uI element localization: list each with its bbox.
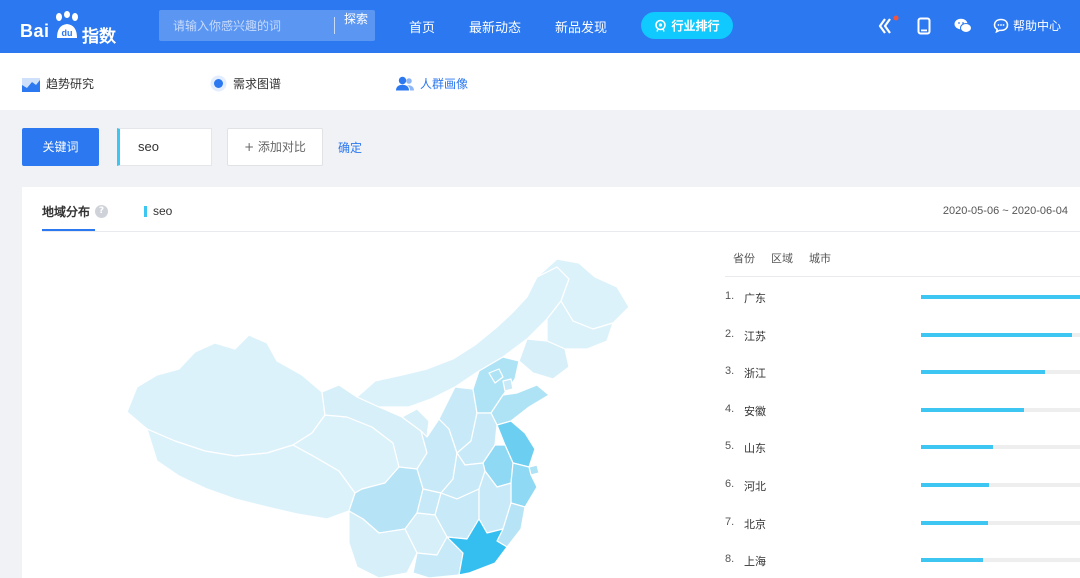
legend-swatch [144,205,147,217]
users-icon [396,76,414,91]
ranking-row: 1. 广东 [725,287,1080,307]
radio-target-icon [210,75,227,92]
series-legend: seo [144,204,172,218]
rank-bar-track [921,295,1080,299]
keyword-button[interactable]: 关键词 [22,128,99,166]
rank-number: 7. [725,515,735,528]
baidu-index-logo[interactable]: Bai du 指数 [20,8,120,47]
rank-province-name: 广东 [744,292,766,305]
help-question-icon[interactable]: ? [95,205,109,218]
rank-bar-track [921,407,1080,412]
rank-bar-track [921,558,1080,563]
rank-bar-track [921,445,1080,450]
rank-bar-fill [921,520,988,525]
ranking-row: 2. 江苏 [725,325,1080,345]
explore-button[interactable]: 探索 [337,10,375,41]
logo-paw-text: du [62,28,73,38]
nav-latest[interactable]: 最新动态 [469,17,521,36]
ranking-row: 3. 浙江 [725,362,1080,382]
nav-home[interactable]: 首页 [409,17,435,36]
confirm-link[interactable]: 确定 [338,139,362,156]
app-switch-icon[interactable] [878,15,900,37]
ranking-tabs: 省份 区域 城市 [733,250,831,266]
rank-bar-track [921,370,1080,375]
rank-icon [655,19,667,32]
subnav-demand-graph[interactable]: 需求图谱 [210,75,281,92]
rank-bar-fill [921,558,983,563]
tab-province[interactable]: 省份 [733,250,755,266]
rank-bar-fill [921,445,993,450]
secondary-nav: 趋势研究 需求图谱 人群画像 [0,53,1080,110]
nav-new-products[interactable]: 新品发现 [555,17,607,36]
ranking-row: 4. 安徽 [725,400,1080,420]
rank-province-name: 安徽 [744,404,766,418]
tab-region-distribution[interactable]: 地域分布 ? [42,203,109,220]
logo-text: Bai [20,21,50,41]
rank-province-name: 江苏 [744,329,766,343]
rank-province-name: 浙江 [744,367,766,381]
region-distribution-panel: 地域分布 ? seo 2020-05-06 ~ 2020-06-04 省份 区域… [22,187,1080,578]
paw-icon: du [56,11,78,38]
rank-number: 4. [725,402,735,415]
ranking-row: 6. 河北 [725,475,1080,495]
subnav-label: 人群画像 [420,77,469,91]
rank-number: 3. [725,365,735,378]
rank-bar-fill [921,370,1046,375]
industry-rank-label: 行业排行 [671,19,720,33]
rank-number: 8. [725,553,735,566]
subnav-trend-research[interactable]: 趋势研究 [22,75,94,92]
rank-bar-track [921,483,1080,487]
rank-number: 6. [725,478,735,490]
mobile-icon[interactable] [917,17,931,35]
rank-number: 5. [725,440,735,453]
search-box: 探索 [159,10,375,41]
panel-divider [42,231,1080,232]
rank-province-name: 北京 [744,517,766,531]
subnav-label: 趋势研究 [46,77,95,91]
search-divider [334,17,335,34]
tab-city[interactable]: 城市 [809,250,831,266]
ranking-row: 7. 北京 [725,513,1080,533]
rank-province-name: 上海 [744,555,766,569]
rank-province-name: 山东 [744,442,766,456]
rank-bar-track [921,332,1080,337]
rank-bar-track [921,520,1080,525]
rank-bar-fill [921,332,1073,337]
tab-label: 地域分布 [42,205,91,219]
rank-province-name: 河北 [744,480,766,493]
china-heat-map[interactable] [117,257,632,578]
date-range[interactable]: 2020-05-06 ~ 2020-06-04 [943,205,1068,217]
subnav-audience-profile[interactable]: 人群画像 [396,75,468,92]
rank-number: 2. [725,327,735,340]
keyword-input[interactable]: seo [117,128,212,166]
help-center-link[interactable]: 帮助中心 [993,17,1061,34]
legend-label: seo [153,204,173,218]
ranking-row: 8. 上海 [725,550,1080,570]
help-chat-icon [993,18,1009,33]
tab-area[interactable]: 区域 [771,250,793,266]
logo-suffix: 指数 [82,27,116,47]
add-compare-button[interactable]: + 添加对比 [227,128,323,166]
subnav-label: 需求图谱 [233,77,282,91]
wechat-icon[interactable] [954,18,972,34]
industry-rank-button[interactable]: 行业排行 [641,12,733,39]
help-center-label: 帮助中心 [1013,19,1062,33]
search-input[interactable] [159,10,334,41]
ranking-row: 5. 山东 [725,437,1080,457]
top-bar: Bai du 指数 探索 首页 最新动态 新品发现 行业排行 [0,0,1080,53]
rank-bar-fill [921,407,1025,412]
rank-bar-fill [921,295,1080,299]
trend-chart-icon [22,77,40,92]
ranking-header-divider [725,276,1080,277]
rank-bar-fill [921,483,990,487]
map-region-tianjin [502,378,514,392]
rank-number: 1. [725,290,735,302]
